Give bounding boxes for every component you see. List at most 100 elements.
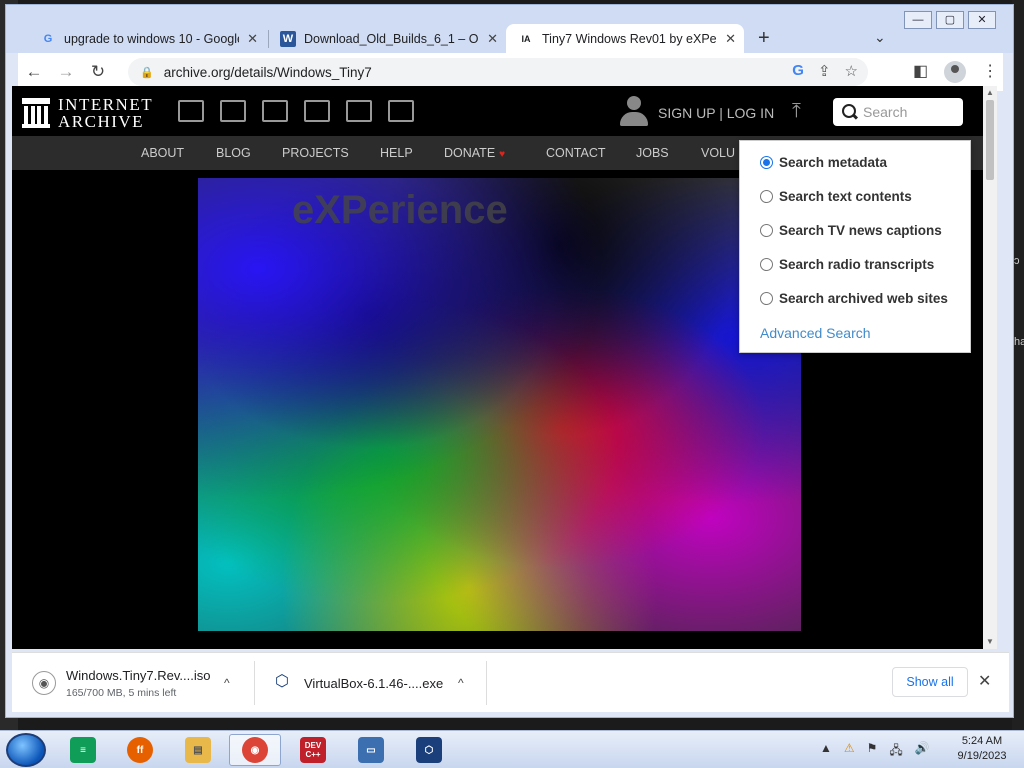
virtualbox-icon: ⬡ — [416, 737, 442, 763]
download-info: Windows.Tiny7.Rev....iso 165/700 MB, 5 m… — [66, 668, 211, 699]
chrome-menu-icon[interactable]: ⋮ — [982, 61, 998, 83]
download-item-virtualbox[interactable]: ⬡ VirtualBox-6.1.46-....exe ^ — [270, 661, 490, 705]
keyboard-monitor-icon: ▭ — [358, 737, 384, 763]
option-search-radio[interactable]: Search radio transcripts — [760, 257, 934, 272]
taskbar-devcpp[interactable]: DEV C++ — [287, 734, 339, 766]
back-icon[interactable]: ← — [18, 62, 50, 82]
advanced-search-link[interactable]: Advanced Search — [760, 325, 871, 341]
taskbar-virtualbox[interactable]: ⬡ — [403, 734, 455, 766]
tab-title: upgrade to windows 10 - Google — [64, 31, 240, 46]
signup-login-link[interactable]: SIGN UP | LOG IN — [658, 105, 774, 121]
maximize-button[interactable]: ▢ — [936, 11, 964, 29]
option-search-web[interactable]: Search archived web sites — [760, 291, 948, 306]
scroll-down-icon[interactable]: ▼ — [986, 637, 994, 646]
url-text[interactable]: archive.org/details/Windows_Tiny7 — [164, 65, 372, 80]
close-tab-icon[interactable]: ✕ — [487, 31, 498, 47]
images-icon[interactable] — [388, 100, 414, 122]
close-window-button[interactable]: ✕ — [968, 11, 996, 29]
lock-icon[interactable]: 🔒 — [140, 66, 154, 79]
taskbar-firefox[interactable]: ff — [114, 734, 166, 766]
download-filename: Windows.Tiny7.Rev....iso — [66, 667, 211, 683]
network-icon[interactable]: 🖧 — [889, 741, 902, 762]
search-input[interactable] — [863, 104, 953, 120]
clock-date: 9/19/2023 — [957, 750, 1007, 762]
page-scrollbar[interactable]: ▲ ▼ — [983, 86, 997, 649]
nav-donate[interactable]: DONATE ♥ — [444, 146, 505, 160]
forward-icon[interactable]: → — [50, 62, 82, 82]
tab-archive-active[interactable]: IA Tiny7 Windows Rev01 by eXPerie ✕ — [506, 24, 744, 53]
nav-help[interactable]: HELP — [380, 146, 413, 160]
toolbar-right: ◧ ⋮ — [913, 61, 998, 83]
search-options-dropdown: Search metadata Search text contents Sea… — [739, 140, 971, 353]
start-button[interactable] — [6, 733, 46, 767]
radio-button-checked[interactable] — [760, 156, 773, 169]
bookmark-star-icon[interactable]: ☆ — [845, 62, 858, 80]
video-film-icon[interactable] — [262, 100, 288, 122]
desktop-fragment: ha — [1014, 336, 1024, 348]
download-item-iso[interactable]: ◉ Windows.Tiny7.Rev....iso 165/700 MB, 5… — [32, 661, 252, 705]
nav-jobs[interactable]: JOBS — [636, 146, 669, 160]
radio-button[interactable] — [760, 292, 773, 305]
nav-projects[interactable]: PROJECTS — [282, 146, 349, 160]
taskbar-sheets[interactable]: ≡ — [57, 734, 109, 766]
new-tab-button[interactable]: + — [758, 27, 770, 50]
google-lens-icon[interactable]: G — [792, 62, 804, 80]
archive-temple-icon — [22, 98, 50, 128]
taskbar-chrome[interactable]: ◉ — [229, 734, 281, 766]
audio-speaker-icon[interactable] — [304, 100, 330, 122]
side-panel-icon[interactable]: ◧ — [913, 61, 928, 83]
address-bar[interactable]: 🔒 archive.org/details/Windows_Tiny7 G ⇪ … — [128, 58, 868, 86]
item-preview-image[interactable]: eXPerience — [198, 178, 801, 631]
chevron-up-icon[interactable]: ^ — [458, 676, 464, 690]
download-filename: VirtualBox-6.1.46-....exe — [304, 675, 444, 691]
option-label: Search metadata — [779, 155, 888, 170]
action-center-flag-icon[interactable]: ⚑ — [867, 741, 878, 762]
taskbar-explorer[interactable]: ▤ — [172, 734, 224, 766]
user-avatar-icon[interactable] — [620, 96, 648, 128]
radio-button[interactable] — [760, 190, 773, 203]
option-search-text[interactable]: Search text contents — [760, 189, 912, 204]
show-hidden-icons-icon[interactable]: ▲ — [820, 741, 832, 762]
tab-google[interactable]: G upgrade to windows 10 - Google ✕ — [28, 24, 266, 53]
volume-icon[interactable]: 🔊 — [915, 741, 930, 762]
close-tab-icon[interactable]: ✕ — [725, 31, 736, 47]
option-search-metadata[interactable]: Search metadata — [760, 155, 887, 170]
taskbar-clock[interactable]: 5:24 AM 9/19/2023 — [950, 734, 1014, 764]
scrollbar-thumb[interactable] — [986, 100, 994, 180]
nav-volunteer[interactable]: VOLU — [701, 146, 735, 160]
profile-avatar-icon[interactable] — [944, 61, 967, 83]
close-shelf-icon[interactable]: ✕ — [978, 671, 991, 691]
search-icon[interactable] — [841, 103, 859, 121]
tab-title: Tiny7 Windows Rev01 by eXPerie — [542, 31, 718, 46]
software-floppy-icon[interactable] — [346, 100, 372, 122]
option-label: Search text contents — [779, 189, 912, 204]
web-icon[interactable] — [178, 100, 204, 122]
nav-contact[interactable]: CONTACT — [546, 146, 606, 160]
tab-oracle[interactable]: W Download_Old_Builds_6_1 – Orac ✕ — [268, 24, 506, 53]
show-all-button[interactable]: Show all — [892, 667, 968, 697]
radio-button[interactable] — [760, 224, 773, 237]
tab-title: Download_Old_Builds_6_1 – Orac — [304, 31, 480, 46]
upload-icon[interactable]: ⤒ — [792, 100, 801, 123]
word-doc-icon: W — [280, 30, 296, 47]
warning-icon[interactable]: ⚠ — [844, 741, 855, 762]
minimize-button[interactable]: — — [904, 11, 932, 29]
ia-logo[interactable]: INTERNET ARCHIVE — [22, 96, 153, 130]
scroll-up-icon[interactable]: ▲ — [986, 88, 994, 97]
chevron-up-icon[interactable]: ^ — [224, 676, 230, 690]
tab-search-menu-icon[interactable]: ⌄ — [874, 29, 886, 46]
ia-search-box[interactable] — [833, 98, 963, 126]
nav-blog[interactable]: BLOG — [216, 146, 251, 160]
radio-button[interactable] — [760, 258, 773, 271]
media-type-icons — [178, 100, 414, 122]
close-tab-icon[interactable]: ✕ — [247, 31, 258, 47]
taskbar-remote[interactable]: ▭ — [345, 734, 397, 766]
option-search-tv[interactable]: Search TV news captions — [760, 223, 942, 238]
nav-about[interactable]: ABOUT — [141, 146, 184, 160]
ia-header: INTERNET ARCHIVE SIGN UP | LOG IN ⤒ — [12, 86, 983, 136]
share-icon[interactable]: ⇪ — [818, 62, 831, 80]
option-label: Search TV news captions — [779, 223, 942, 238]
texts-book-icon[interactable] — [220, 100, 246, 122]
reload-icon[interactable]: ↻ — [82, 62, 114, 82]
option-label: Search archived web sites — [779, 291, 948, 306]
